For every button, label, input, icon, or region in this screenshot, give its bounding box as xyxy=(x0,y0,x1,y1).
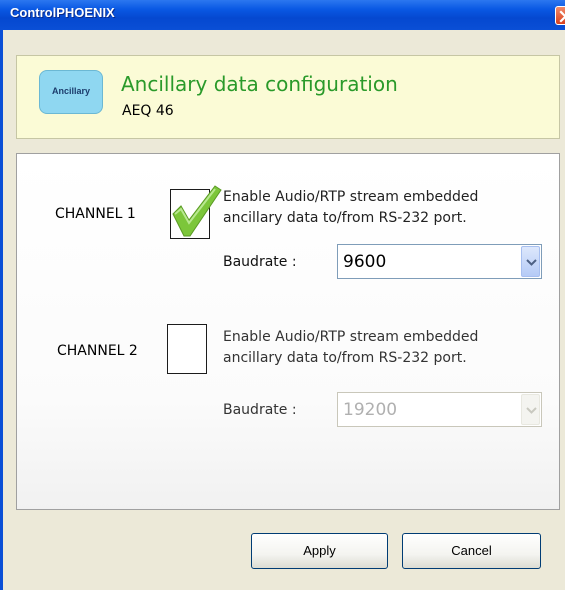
channel-1-description-line1: Enable Audio/RTP stream embedded xyxy=(223,189,479,205)
channel-2-description: Enable Audio/RTP stream embedded ancilla… xyxy=(223,327,478,369)
channel-1-dropdown-button[interactable] xyxy=(521,246,540,277)
channel-2-baudrate-select[interactable]: 19200 xyxy=(337,392,542,427)
channel-1-baudrate-label: Baudrate : xyxy=(223,254,297,270)
channel-1-description: Enable Audio/RTP stream embedded ancilla… xyxy=(223,187,478,229)
channel-1-baudrate-select[interactable]: 9600 xyxy=(337,244,542,279)
channel-2-label: CHANNEL 2 xyxy=(57,343,138,359)
logo-text: Ancillary xyxy=(51,86,91,96)
checkmark-icon xyxy=(172,185,222,237)
close-icon xyxy=(559,10,565,23)
cancel-button[interactable]: Cancel xyxy=(402,533,541,569)
channel-2-baudrate-label: Baudrate : xyxy=(223,402,297,418)
content-panel: CHANNEL 1 Enable Audio/RTP stream embedd… xyxy=(16,153,560,510)
channel-2-description-line2: ancillary data to/from RS-232 port. xyxy=(223,350,467,366)
channel-2-dropdown-button[interactable] xyxy=(521,394,540,425)
device-name: AEQ 46 xyxy=(122,103,174,119)
channel-2-baudrate-value: 19200 xyxy=(343,400,398,420)
header-panel: Ancillary Ancillary data configuration A… xyxy=(16,55,560,139)
window-title: ControlPHOENIX xyxy=(10,5,115,20)
channel-2-description-line1: Enable Audio/RTP stream embedded xyxy=(223,329,479,345)
page-title: Ancillary data configuration xyxy=(121,72,398,96)
channel-1-baudrate-value: 9600 xyxy=(343,252,387,272)
ancillary-logo-icon: Ancillary xyxy=(39,70,103,114)
chevron-down-icon xyxy=(526,407,537,414)
channel-2-checkbox[interactable] xyxy=(167,324,207,374)
channel-1-description-line2: ancillary data to/from RS-232 port. xyxy=(223,210,467,226)
title-bar[interactable]: ControlPHOENIX xyxy=(0,0,565,30)
channel-1-label: CHANNEL 1 xyxy=(55,206,136,222)
close-button[interactable] xyxy=(555,6,565,25)
chevron-down-icon xyxy=(526,259,537,266)
apply-button[interactable]: Apply xyxy=(251,533,388,569)
dialog-window: ControlPHOENIX Ancillary Ancillary data … xyxy=(0,0,565,590)
channel-1-checkbox[interactable] xyxy=(170,185,222,239)
